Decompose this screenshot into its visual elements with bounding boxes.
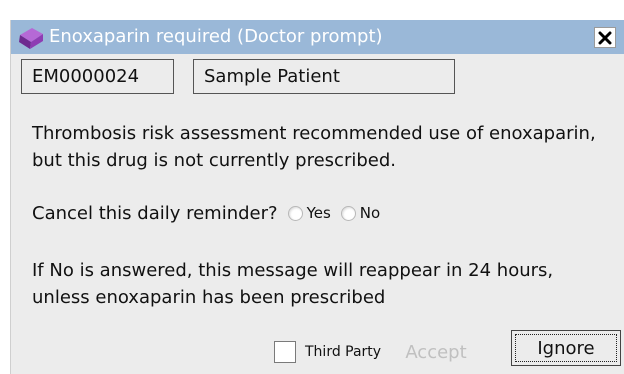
ignore-button-label[interactable]: Ignore: [515, 334, 617, 362]
close-icon: [598, 31, 612, 44]
radio-yes-circle[interactable]: [287, 205, 303, 221]
close-button[interactable]: [594, 27, 616, 48]
reappear-note-line-2: unless enoxaparin has been prescribed: [32, 287, 386, 308]
radio-no-circle[interactable]: [340, 205, 356, 221]
question-label: Cancel this daily reminder?: [32, 202, 278, 224]
third-party-label[interactable]: Third Party: [305, 344, 381, 360]
ignore-button[interactable]: Ignore: [511, 330, 621, 366]
cancel-reminder-question: Cancel this daily reminder? Yes No: [32, 200, 380, 226]
purple-gem-icon: [19, 28, 43, 49]
reappear-note: If No is answered, this message will rea…: [32, 257, 553, 311]
radio-no[interactable]: No: [340, 204, 380, 222]
patient-name-field: Sample Patient: [193, 59, 455, 94]
accept-button[interactable]: Accept: [391, 338, 481, 368]
third-party-checkbox[interactable]: [274, 341, 296, 363]
third-party-option[interactable]: Third Party: [274, 340, 381, 364]
window-title: Enoxaparin required (Doctor prompt): [49, 26, 383, 47]
risk-message-line-2: but this drug is not currently prescribe…: [32, 150, 396, 171]
reappear-note-line-1: If No is answered, this message will rea…: [32, 260, 554, 281]
risk-message-line-1: Thrombosis risk assessment recommended u…: [32, 123, 596, 144]
risk-message: Thrombosis risk assessment recommended u…: [32, 120, 596, 174]
radio-no-label[interactable]: No: [360, 204, 380, 222]
title-bar[interactable]: Enoxaparin required (Doctor prompt): [11, 20, 624, 54]
radio-yes[interactable]: Yes: [287, 204, 331, 222]
patient-id-field: EM0000024: [21, 59, 174, 94]
enoxaparin-dialog: Enoxaparin required (Doctor prompt) EM00…: [10, 20, 624, 374]
radio-yes-label[interactable]: Yes: [307, 204, 331, 222]
